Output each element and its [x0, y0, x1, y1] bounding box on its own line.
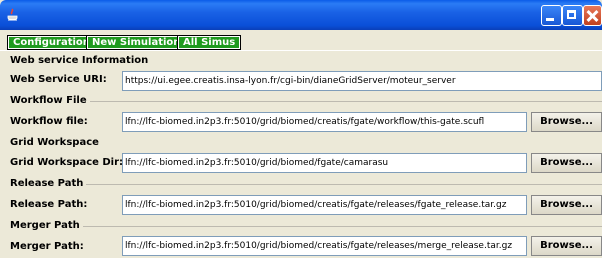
section-title-workflow: Workflow File [10, 95, 90, 106]
merger-path-label: Merger Path: [10, 241, 84, 252]
java-app-icon [7, 8, 18, 21]
release-path-label: Release Path: [10, 199, 88, 210]
workflow-file-label: Workflow file: [10, 116, 88, 127]
release-path-browse-button[interactable]: Browse... [531, 195, 602, 215]
tab-strip-divider [0, 50, 602, 51]
window-title-bar[interactable] [0, 0, 602, 30]
workflow-browse-button[interactable]: Browse... [531, 112, 602, 132]
grid-workspace-browse-button[interactable]: Browse... [531, 153, 602, 173]
section-title-grid-workspace: Grid Workspace [10, 137, 99, 148]
section-divider [74, 184, 602, 185]
tab-all-simus[interactable]: All Simus [176, 35, 242, 50]
release-path-field[interactable]: lfn://lfc-biomed.in2p3.fr:5010/grid/biom… [122, 195, 527, 215]
section-title-web-service: Web service Information [10, 55, 149, 66]
workflow-file-field[interactable]: lfn://lfc-biomed.in2p3.fr:5010/grid/biom… [122, 112, 527, 132]
maximize-button[interactable] [562, 5, 583, 26]
minimize-button[interactable] [541, 5, 562, 26]
merger-path-browse-button[interactable]: Browse... [531, 236, 602, 256]
grid-workspace-label: Grid Workspace Dir: [10, 157, 124, 168]
close-button[interactable] [583, 5, 602, 26]
section-title-merger-path: Merger Path [10, 220, 83, 231]
merger-path-field[interactable]: lfn://lfc-biomed.in2p3.fr:5010/grid/biom… [122, 236, 527, 256]
web-service-uri-field[interactable]: https://ui.egee.creatis.insa-lyon.fr/cgi… [122, 71, 602, 91]
section-divider [72, 226, 602, 227]
tab-new-simulation[interactable]: New Simulation [85, 35, 187, 50]
tab-configuration[interactable]: Configuration [7, 35, 96, 50]
grid-workspace-field[interactable]: lfn://lfc-biomed.in2p3.fr:5010/grid/biom… [122, 153, 527, 173]
web-service-uri-label: Web Service URI: [10, 74, 107, 85]
section-title-release-path: Release Path [10, 178, 87, 189]
section-divider [74, 101, 602, 102]
